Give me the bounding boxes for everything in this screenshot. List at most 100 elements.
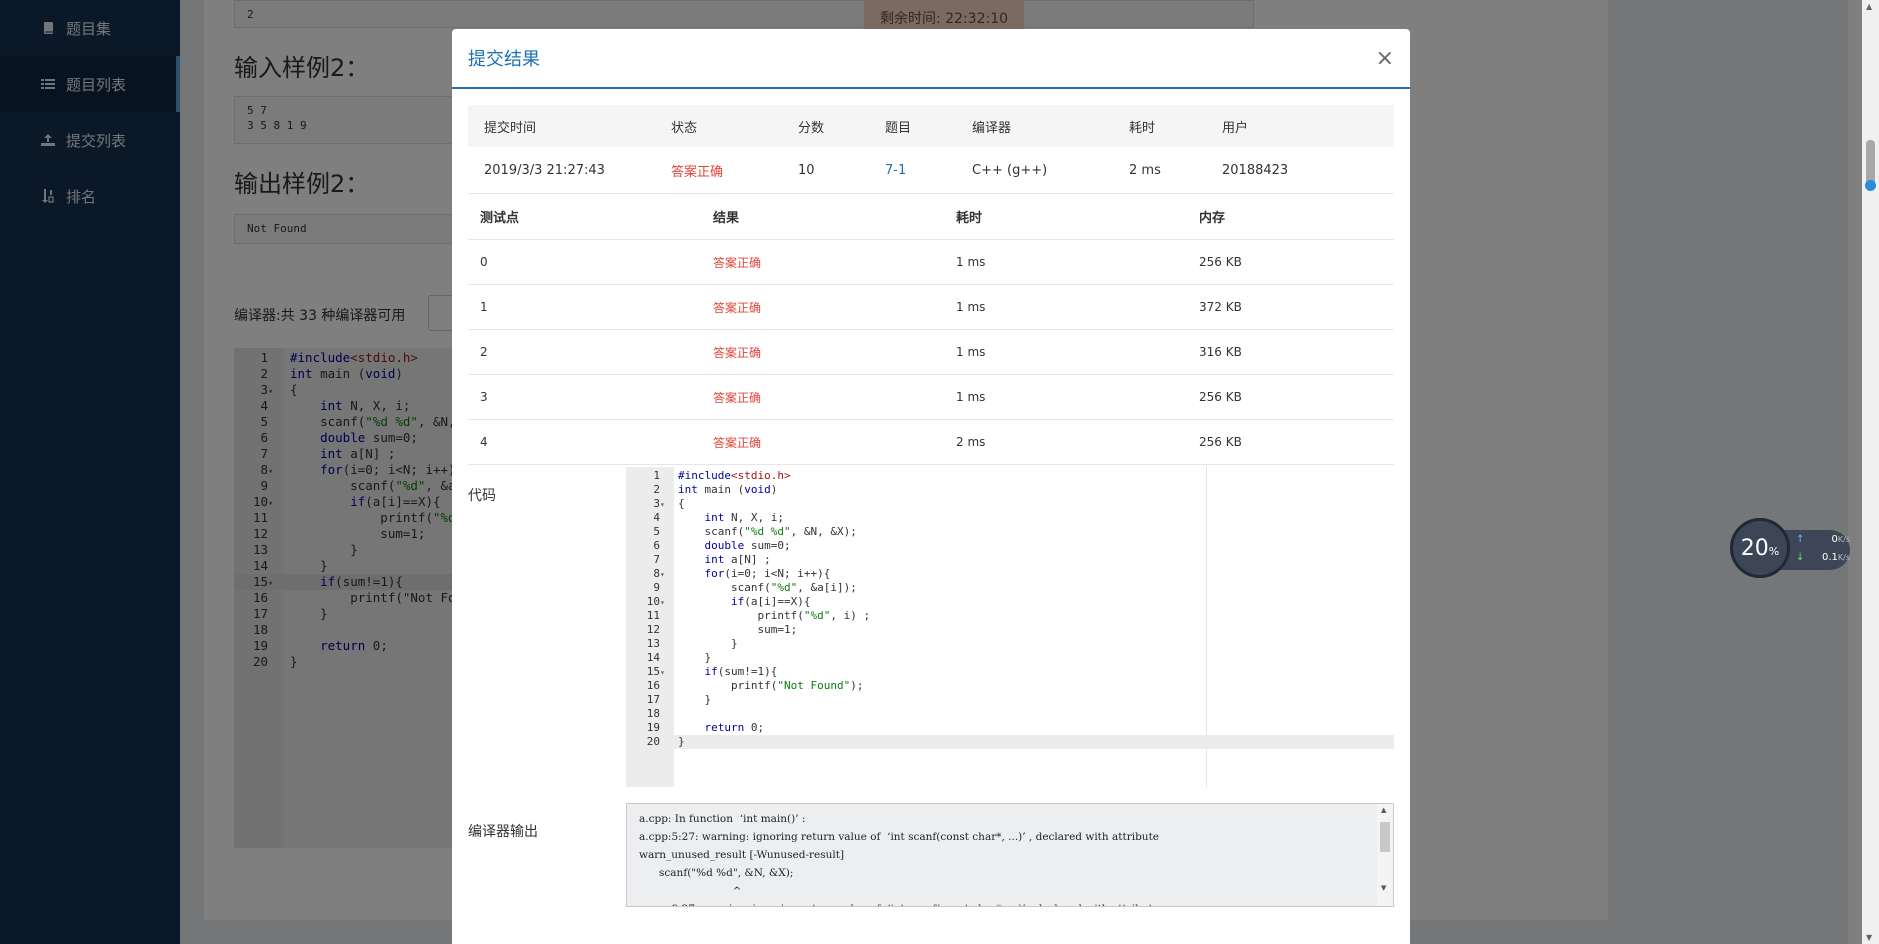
code-line: 15▾ if(sum!=1){ [626, 665, 1394, 679]
score: 10 [782, 147, 869, 194]
compiler-output-label: 编译器输出 [468, 824, 538, 840]
col-time: 耗时 [944, 193, 1187, 240]
code-text: scanf("%d %d", &N, &X); [678, 525, 857, 538]
output-scrollbar[interactable]: ▲ ▼ [1377, 804, 1393, 906]
col-testpoint: 测试点 [468, 193, 701, 240]
col-user: 用户 [1206, 105, 1394, 147]
col-status: 状态 [655, 105, 782, 147]
scroll-indicator-dot [1865, 180, 1876, 191]
user: 20188423 [1206, 147, 1394, 194]
line-number: 2 [653, 483, 660, 496]
code-text: for(i=0; i<N; i++){ [704, 567, 831, 580]
code-line: 11 printf("%d", i) ; [626, 609, 1394, 623]
code-line: 16 printf("Not Found"); [626, 679, 1394, 693]
col-memory: 内存 [1187, 193, 1394, 240]
scroll-up-icon[interactable]: ▲ [1381, 806, 1386, 814]
testpoint-time: 1 ms [944, 374, 1187, 420]
code-text: } [678, 735, 685, 748]
upload-arrow-icon: ↑ [1796, 534, 1805, 545]
table-row: 3 答案正确 1 ms 256 KB [468, 374, 1394, 420]
scroll-down-icon[interactable]: ▼ [1381, 884, 1386, 892]
code-text: printf("%d", i) ; [678, 609, 871, 622]
testpoint-id: 3 [468, 374, 701, 420]
code-text: } [678, 693, 712, 706]
testpoint-memory: 256 KB [1187, 374, 1394, 420]
line-number: 17 [646, 693, 660, 706]
scroll-up-icon[interactable]: ▲ [1866, 2, 1872, 11]
fold-arrow-icon[interactable]: ▾ [660, 596, 674, 610]
code-text: } [678, 651, 712, 664]
code-line: 18 [626, 707, 1394, 721]
table-row: 4 答案正确 2 ms 256 KB [468, 419, 1394, 465]
code-line: 8▾ for(i=0; i<N; i++){ [626, 567, 1394, 581]
code-text: { [678, 497, 685, 510]
line-number: 18 [646, 707, 660, 720]
download-arrow-icon: ↓ [1796, 552, 1805, 563]
download-unit: K/s [1837, 553, 1850, 562]
col-result: 结果 [701, 193, 944, 240]
code-line: 9 scanf("%d", &a[i]); [626, 581, 1394, 595]
code-text: int N, X, i; [704, 511, 784, 524]
line-number: 15 [646, 665, 660, 678]
line-number: 7 [653, 553, 660, 566]
line-number: 12 [646, 623, 660, 636]
submit-time: 2019/3/3 21:27:43 [468, 147, 655, 194]
col-compiler: 编译器 [956, 105, 1113, 147]
table-row: 2019/3/3 21:27:43 答案正确 10 7-1 C++ (g++) … [468, 147, 1394, 194]
testpoint-result: 答案正确 [701, 284, 944, 330]
problem-link[interactable]: 7-1 [869, 147, 956, 194]
table-row: 2 答案正确 1 ms 316 KB [468, 329, 1394, 375]
modal-header: 提交结果 × [452, 29, 1410, 89]
code-line: 1 #include<stdio.h> [626, 469, 1394, 483]
status-badge: 答案正确 [655, 147, 782, 194]
code-line: 12 sum=1; [626, 623, 1394, 637]
testpoint-result: 答案正确 [701, 374, 944, 420]
line-number: 5 [653, 525, 660, 538]
submission-table: 提交时间 状态 分数 题目 编译器 耗时 用户 2019/3/3 21:27:4… [468, 105, 1394, 194]
col-submit-time: 提交时间 [468, 105, 655, 147]
line-number: 1 [653, 469, 660, 482]
col-score: 分数 [782, 105, 869, 147]
testpoint-result: 答案正确 [701, 329, 944, 375]
code-line: 5 scanf("%d %d", &N, &X); [626, 525, 1394, 539]
compiler-output-box[interactable]: a.cpp: In function ‘int main()’ : a.cpp:… [626, 803, 1394, 907]
testpoint-table: 测试点 结果 耗时 内存 0 答案正确 1 ms 256 KB 1 答案正确 1 ms 372… [468, 193, 1394, 465]
testpoint-time: 1 ms [944, 284, 1187, 330]
line-number: 19 [646, 721, 660, 734]
close-icon[interactable]: × [1376, 46, 1394, 71]
page-scrollbar[interactable]: ▲ ▼ [1862, 0, 1879, 944]
code-text: sum=1; [678, 623, 798, 636]
line-number: 3 [653, 497, 660, 510]
code-label: 代码 [468, 488, 496, 504]
testpoint-id: 2 [468, 329, 701, 375]
code-text: return 0; [704, 721, 765, 734]
code-line: 13 } [626, 637, 1394, 651]
submission-result-modal: 提交结果 × 提交时间 状态 分数 题目 编译器 耗时 用户 2019/3/3 … [452, 29, 1410, 944]
code-viewer[interactable]: 1 #include<stdio.h> 2 int main (void) 3▾{4 i… [626, 467, 1394, 787]
scroll-down-icon[interactable]: ▼ [1866, 933, 1872, 942]
line-number: 9 [653, 581, 660, 594]
usage-percent: 20 [1740, 535, 1769, 561]
fold-arrow-icon[interactable]: ▾ [660, 666, 674, 680]
col-duration: 耗时 [1113, 105, 1206, 147]
code-text: int a[N] ; [704, 553, 771, 566]
upload-unit: K/s [1837, 535, 1850, 544]
code-text: scanf("%d", &a[i]); [678, 581, 857, 594]
code-line: 20} [626, 735, 1394, 749]
code-line: 4 int N, X, i; [626, 511, 1394, 525]
compiler-output-text: a.cpp: In function ‘int main()’ : a.cpp:… [639, 813, 1159, 906]
fold-arrow-icon[interactable]: ▾ [660, 498, 674, 512]
col-problem: 题目 [869, 105, 956, 147]
testpoint-result: 答案正确 [701, 419, 944, 465]
code-text: double sum=0; [704, 539, 791, 552]
table-row: 1 答案正确 1 ms 372 KB [468, 284, 1394, 330]
code-text: printf("Not Found"); [678, 679, 864, 692]
testpoint-id: 1 [468, 284, 701, 330]
fold-arrow-icon[interactable]: ▾ [660, 568, 674, 582]
network-speed-widget[interactable]: ↑ 0K/s ↓ 0.1K/s 20% [1730, 518, 1850, 580]
table-row: 0 答案正确 1 ms 256 KB [468, 239, 1394, 285]
line-number: 10 [646, 595, 660, 608]
code-text: int main (void) [678, 483, 778, 496]
scrollbar-thumb[interactable] [1380, 822, 1390, 852]
